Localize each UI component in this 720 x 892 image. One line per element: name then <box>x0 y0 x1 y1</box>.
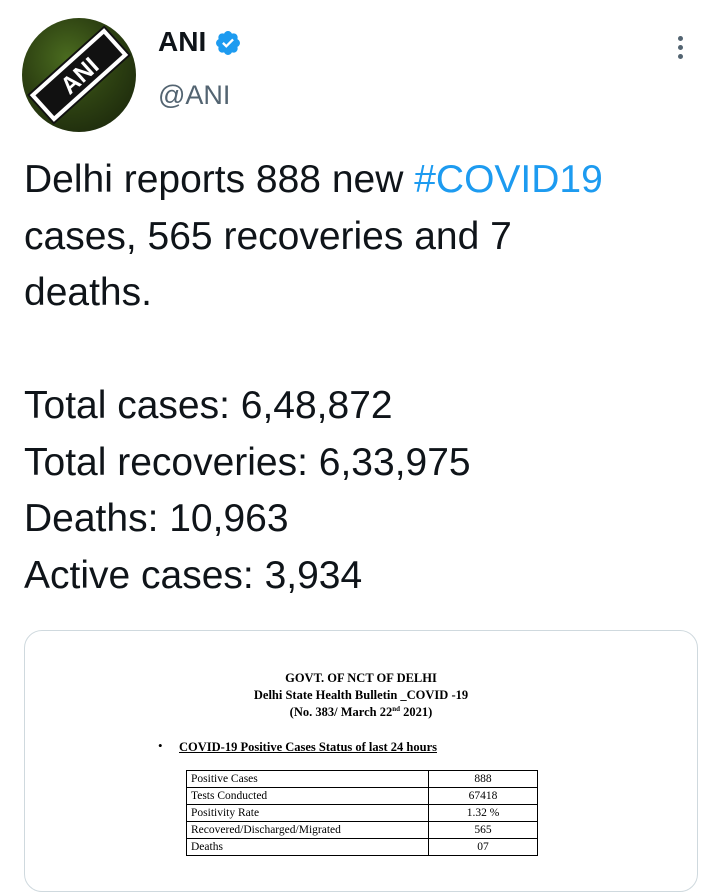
stat-line: Deaths: 10,963 <box>24 497 289 540</box>
stat-line: Total cases: 6,48,872 <box>24 384 393 427</box>
row-value: 1.32 % <box>428 804 538 822</box>
row-label: Positive Cases <box>186 770 429 788</box>
table-row: Positive Cases 888 <box>186 770 538 788</box>
more-vertical-icon[interactable] <box>668 32 692 64</box>
author-handle[interactable]: @ANI <box>158 80 230 111</box>
stat-line: Active cases: 3,934 <box>24 553 363 597</box>
row-label: Recovered/Discharged/Migrated <box>186 821 429 839</box>
row-value: 67418 <box>428 787 538 805</box>
table-row: Deaths 07 <box>186 838 538 856</box>
tweet-text-part: Delhi reports 888 new <box>24 158 415 201</box>
row-value: 565 <box>428 821 538 839</box>
bulletin-title: GOVT. OF NCT OF DELHI <box>285 671 437 685</box>
stat-line: Total recoveries: 6,33,975 <box>24 440 471 484</box>
health-bulletin-document: GOVT. OF NCT OF DELHI Delhi State Health… <box>25 631 697 891</box>
ani-logo: ANI <box>26 25 132 125</box>
verified-badge-icon <box>216 31 240 55</box>
tweet-text: Delhi reports 888 new #COVID19 cases, 56… <box>24 152 704 604</box>
row-label: Positivity Rate <box>186 804 429 822</box>
bullet: • <box>158 738 163 753</box>
author-name[interactable]: ANI <box>158 26 206 58</box>
media-image[interactable]: GOVT. OF NCT OF DELHI Delhi State Health… <box>24 630 698 892</box>
section-heading: COVID-19 Positive Cases Status of last 2… <box>179 740 437 754</box>
row-label: Tests Conducted <box>186 787 429 805</box>
row-value: 07 <box>428 838 538 856</box>
table-row: Recovered/Discharged/Migrated 565 <box>186 821 538 839</box>
bulletin-subtitle: Delhi State Health Bulletin _COVID -19 <box>253 688 469 702</box>
bulletin-number: (No. 383/ March 22nd 2021) <box>289 705 433 720</box>
status-table: Positive Cases 888 Tests Conducted 67418 P… <box>186 770 538 856</box>
table-row: Positivity Rate 1.32 % <box>186 804 538 822</box>
row-label: Deaths <box>186 838 429 856</box>
row-value: 888 <box>428 770 538 788</box>
table-row: Tests Conducted 67418 <box>186 787 538 805</box>
tweet-text-part: cases, 565 recoveries and 7 deaths. <box>24 214 512 315</box>
hashtag-link[interactable]: #COVID19 <box>414 158 603 201</box>
avatar[interactable]: ANI <box>22 18 136 132</box>
